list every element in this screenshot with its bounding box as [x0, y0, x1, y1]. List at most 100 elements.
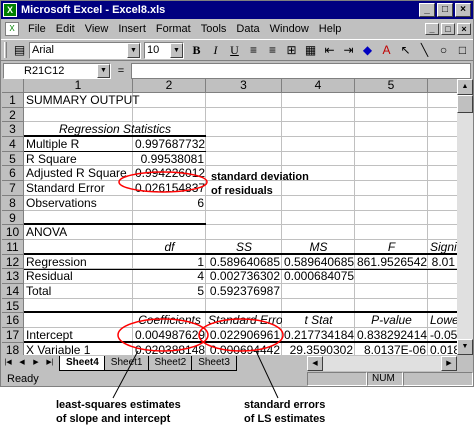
cell-value[interactable]: 8.0137E-06 [355, 343, 428, 355]
toolbar-grip[interactable] [4, 42, 7, 58]
column-header[interactable]: 4 [282, 79, 355, 93]
cell-value[interactable]: 0.838292414 [355, 328, 428, 343]
cell-value[interactable]: 1 [133, 255, 206, 270]
row-header[interactable]: 9 [2, 211, 24, 225]
tab-sheet4[interactable]: Sheet4 [59, 355, 106, 371]
tab-sheet3[interactable]: Sheet3 [191, 355, 237, 371]
vertical-scrollbar[interactable]: ▲ ▼ [457, 79, 473, 355]
font-size-dropdown[interactable]: 10 ▼ [144, 41, 184, 59]
menu-file[interactable]: File [23, 23, 51, 35]
row-header[interactable]: 7 [2, 181, 24, 196]
doc-close-icon[interactable]: × [457, 23, 471, 35]
font-color-icon[interactable]: A [377, 41, 396, 59]
cell-header[interactable]: SS [206, 240, 282, 255]
cell-regression-stats-header[interactable]: Regression Statistics [24, 122, 206, 137]
drawing-rectangle-icon[interactable]: □ [453, 41, 472, 59]
column-header[interactable]: 5 [355, 79, 428, 93]
next-sheet-icon[interactable]: ▶ [29, 356, 43, 370]
equals-sign[interactable]: = [111, 65, 131, 77]
cell-value[interactable]: 0.217734184 [282, 328, 355, 343]
toolbar-menu-icon[interactable]: ▤ [10, 41, 29, 59]
cell-value[interactable]: 5 [133, 284, 206, 299]
horizontal-scrollbar[interactable]: ◀ ▶ [307, 355, 457, 371]
cell-header[interactable]: Signific [428, 240, 457, 255]
row-header[interactable]: 12 [2, 255, 24, 269]
align-left-icon[interactable]: ≡ [244, 41, 263, 59]
cell-header[interactable]: P-value [355, 313, 428, 328]
cell-value[interactable]: 29.3590302 [282, 343, 355, 355]
row-header[interactable]: 18 [2, 343, 24, 355]
name-box[interactable]: R21C12 ▼ [3, 62, 111, 79]
column-header[interactable]: 3 [206, 79, 282, 93]
cell-header[interactable]: df [133, 240, 206, 255]
cell-header[interactable]: Standard Error [206, 313, 282, 328]
cell-label[interactable]: Residual [24, 269, 133, 284]
cell-label[interactable]: X Variable 1 [24, 343, 133, 355]
cell-header[interactable]: Lowe [428, 313, 457, 328]
tab-sheet1[interactable]: Sheet1 [103, 355, 150, 371]
row-header[interactable]: 15 [2, 299, 24, 313]
row-header[interactable]: 14 [2, 284, 24, 299]
doc-minimize-icon[interactable]: _ [425, 23, 439, 35]
drawing-line-icon[interactable]: ╲ [415, 41, 434, 59]
close-icon[interactable]: × [455, 3, 471, 17]
minimize-icon[interactable]: _ [419, 3, 435, 17]
fill-color-icon[interactable]: ◆ [358, 41, 377, 59]
cell-value[interactable]: 0.004987629 [133, 328, 206, 343]
cell-value[interactable]: 0.026154837 [133, 181, 206, 196]
cell-value[interactable]: 0.99538081 [133, 152, 206, 167]
cell-value[interactable]: 0.592376987 [206, 284, 282, 299]
increase-decimal-icon[interactable]: ⇥ [339, 41, 358, 59]
cell-value[interactable]: 0.994226012 [133, 166, 206, 181]
italic-button[interactable]: I [206, 41, 225, 59]
cell-value[interactable]: 0.020388148 [133, 343, 206, 355]
cell-label[interactable]: Observations [24, 196, 133, 211]
cell-label[interactable]: Intercept [24, 328, 133, 343]
bold-button[interactable]: B [187, 41, 206, 59]
scroll-thumb[interactable] [457, 95, 473, 113]
title-bar[interactable]: X Microsoft Excel - Excel8.xls _ □ × [1, 1, 473, 19]
row-header[interactable]: 1 [2, 93, 24, 108]
row-header[interactable]: 8 [2, 196, 24, 211]
cell-value[interactable]: 4 [133, 269, 206, 284]
row-header[interactable]: 4 [2, 137, 24, 152]
cell-value[interactable]: 861.9526542 [355, 255, 428, 270]
cell-label[interactable]: Standard Error [24, 181, 133, 196]
last-sheet-icon[interactable]: ▶| [43, 356, 57, 370]
cell-label[interactable]: Regression [24, 255, 133, 270]
menu-insert[interactable]: Insert [113, 23, 151, 35]
cell-value[interactable]: 8.01 [428, 255, 457, 270]
row-header[interactable]: 3 [2, 122, 24, 137]
scroll-left-icon[interactable]: ◀ [307, 355, 323, 371]
cell-value[interactable]: 0.022906961 [206, 328, 282, 343]
cell-anova-title[interactable]: ANOVA [24, 225, 133, 240]
cell-value[interactable]: 0.589640685 [282, 255, 355, 270]
cell-label[interactable]: R Square [24, 152, 133, 167]
cell-header[interactable]: MS [282, 240, 355, 255]
scroll-down-icon[interactable]: ▼ [457, 339, 473, 355]
scroll-right-icon[interactable]: ▶ [441, 355, 457, 371]
cell-value[interactable]: 0.002736302 [206, 269, 282, 284]
cell-value[interactable]: 0.000684075 [282, 269, 355, 284]
menu-edit[interactable]: Edit [51, 23, 80, 35]
worksheet-grid[interactable]: 1 2 3 4 5 1 2 3 4 5 6 7 8 9 10 11 12 13 … [2, 79, 457, 355]
cell-label[interactable]: Adjusted R Square [24, 166, 133, 181]
cell-label[interactable]: Total [24, 284, 133, 299]
first-sheet-icon[interactable]: |◀ [1, 356, 15, 370]
menu-view[interactable]: View [80, 23, 114, 35]
row-header[interactable]: 11 [2, 240, 24, 255]
decrease-decimal-icon[interactable]: ⇤ [320, 41, 339, 59]
drawing-ellipse-icon[interactable]: ○ [434, 41, 453, 59]
row-header[interactable]: 10 [2, 225, 24, 240]
cell-header[interactable]: Coefficients [133, 313, 206, 328]
formula-input[interactable] [131, 62, 471, 79]
row-header[interactable]: 6 [2, 166, 24, 181]
row-header[interactable]: 13 [2, 269, 24, 284]
cell-label[interactable]: Multiple R [24, 137, 133, 152]
cell-value[interactable]: 0.589640685 [206, 255, 282, 270]
align-center-icon[interactable]: ≡ [263, 41, 282, 59]
menu-format[interactable]: Format [151, 23, 196, 35]
column-header[interactable]: 1 [24, 79, 133, 93]
cell-value[interactable]: -0.058 [428, 328, 457, 343]
chevron-down-icon[interactable]: ▼ [170, 42, 183, 58]
